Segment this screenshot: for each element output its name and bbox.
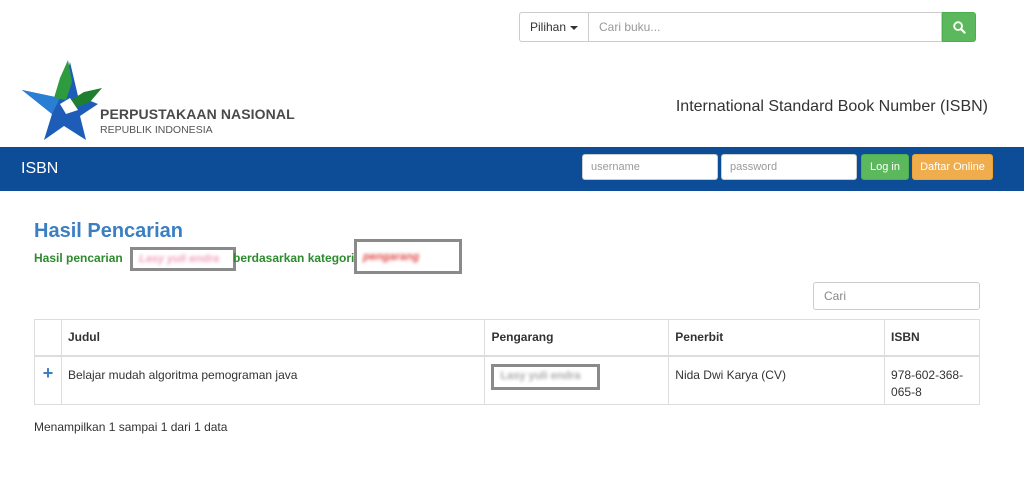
cell-isbn: 978-602-368-065-8: [884, 355, 980, 405]
navbar: ISBN Log in Daftar Online: [0, 147, 1024, 191]
book-search-input[interactable]: [588, 12, 942, 42]
redacted-query: Lasy yuli endra: [130, 247, 236, 271]
logo-subtitle: REPUBLIK INDONESIA: [100, 124, 213, 136]
results-prefix: Hasil pencarian: [34, 251, 123, 265]
col-header-isbn[interactable]: ISBN: [884, 319, 980, 357]
results-summary: Hasil pencarian: [34, 251, 123, 265]
redacted-author: Lasy yuli endra: [491, 363, 601, 390]
caret-down-icon: [570, 25, 579, 30]
password-input[interactable]: [721, 154, 857, 180]
top-search-bar: Pilihan: [519, 12, 976, 42]
results-heading: Hasil Pencarian: [34, 220, 183, 242]
col-header-penerbit[interactable]: Penerbit: [668, 319, 886, 357]
cell-pengarang: Lasy yuli endra: [484, 355, 670, 405]
col-header-judul[interactable]: Judul: [60, 319, 486, 357]
search-category-dropdown[interactable]: Pilihan: [519, 12, 588, 42]
col-header-pengarang[interactable]: Pengarang: [484, 319, 670, 357]
pagination-info: Menampilkan 1 sampai 1 dari 1 data: [34, 420, 228, 434]
navbar-brand[interactable]: ISBN: [21, 160, 58, 178]
username-input[interactable]: [582, 154, 718, 180]
redacted-author-text: Lasy yuli endra: [500, 370, 581, 382]
results-middle-text: berdasarkan kategori: [233, 251, 355, 265]
table-filter-input[interactable]: [813, 282, 980, 310]
col-header-expand: [34, 319, 62, 357]
table-header-row: Judul Pengarang Penerbit ISBN: [34, 319, 980, 357]
login-button[interactable]: Log in: [861, 154, 909, 180]
search-button[interactable]: [942, 12, 976, 42]
redacted-category-text: pengarang: [363, 250, 420, 263]
register-online-button[interactable]: Daftar Online: [912, 154, 993, 180]
search-icon: [952, 20, 966, 34]
redacted-category: pengarang: [354, 239, 462, 274]
dropdown-label: Pilihan: [529, 20, 567, 34]
results-table: Judul Pengarang Penerbit ISBN + Belajar …: [34, 319, 980, 405]
expand-plus-icon[interactable]: +: [43, 363, 54, 383]
expand-cell: +: [34, 355, 62, 405]
table-row: + Belajar mudah algoritma pemograman jav…: [34, 355, 980, 405]
redacted-query-text: Lasy yuli endra: [139, 253, 220, 265]
cell-judul: Belajar mudah algoritma pemograman java: [60, 355, 486, 405]
cell-penerbit: Nida Dwi Karya (CV): [668, 355, 886, 405]
logo-title: PERPUSTAKAAN NASIONAL: [100, 106, 295, 122]
page-header-title: International Standard Book Number (ISBN…: [675, 98, 988, 115]
